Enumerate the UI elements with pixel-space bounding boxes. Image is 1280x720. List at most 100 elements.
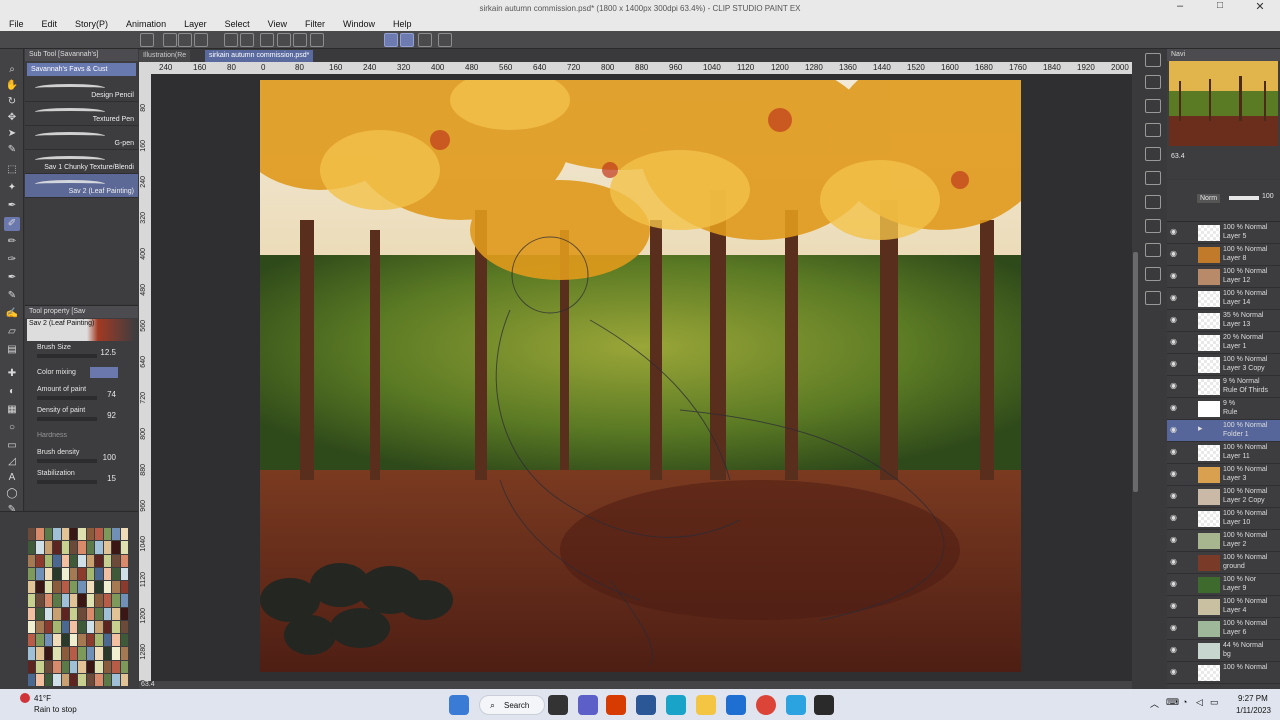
color-swatch[interactable] [70, 673, 78, 686]
color-swatch[interactable] [61, 528, 70, 541]
color-swatch[interactable] [95, 660, 103, 673]
opacity-slider[interactable] [1229, 196, 1259, 200]
color-swatch[interactable] [78, 594, 86, 607]
brush-item-g-pen[interactable]: G-pen [25, 126, 138, 150]
clip-studio-taskbar-icon[interactable] [814, 695, 834, 715]
color-swatch[interactable] [120, 660, 128, 673]
menu-edit[interactable]: Edit [33, 17, 67, 31]
layer-row[interactable]: ◉ 100 % Normal Layer 2 Copy [1167, 486, 1280, 508]
opacity-value[interactable]: 100 [1262, 193, 1274, 200]
color-swatch[interactable] [120, 594, 128, 607]
quick-access-icon[interactable] [1145, 195, 1161, 209]
color-swatch[interactable] [112, 581, 120, 594]
save-icon[interactable] [194, 33, 208, 47]
bucket-tool-icon[interactable]: ◐ [4, 385, 20, 399]
color-swatch[interactable] [28, 607, 36, 620]
snap-special-ruler-icon[interactable] [400, 33, 414, 47]
color-swatch[interactable] [95, 541, 103, 554]
text-tool-icon[interactable]: A [4, 471, 20, 485]
color-swatch[interactable] [44, 581, 53, 594]
color-swatch[interactable] [44, 528, 53, 541]
eye-icon[interactable]: ◉ [1170, 623, 1177, 632]
clock-time[interactable]: 9:27 PM [1238, 694, 1268, 703]
gradient-tool-icon[interactable]: ▦ [4, 403, 20, 417]
brush-size-row[interactable]: Brush Size 12.5 [25, 342, 138, 363]
eyedropper-tool-icon[interactable]: ✎ [4, 143, 20, 157]
move-tool-icon[interactable]: ✥ [4, 111, 20, 125]
color-swatch[interactable] [86, 620, 95, 633]
eye-icon[interactable]: ◉ [1170, 513, 1177, 522]
fill-tool-icon[interactable]: ▤ [4, 343, 20, 357]
color-swatch[interactable] [53, 554, 61, 567]
layer-row[interactable]: ◉ 9 % Rule [1167, 398, 1280, 420]
color-swatch[interactable] [112, 673, 120, 686]
eye-icon[interactable]: ◉ [1170, 271, 1177, 280]
color-swatch[interactable] [70, 607, 78, 620]
stabilization-value[interactable]: 15 [107, 474, 116, 483]
color-swatch[interactable] [70, 541, 78, 554]
color-swatch[interactable] [95, 581, 103, 594]
eye-icon[interactable]: ◉ [1170, 403, 1177, 412]
color-swatch[interactable] [86, 607, 95, 620]
color-swatch[interactable] [95, 528, 103, 541]
eye-icon[interactable]: ◉ [1170, 469, 1177, 478]
color-swatch[interactable] [78, 647, 86, 660]
color-swatch[interactable] [44, 620, 53, 633]
color-swatch[interactable] [70, 647, 78, 660]
eye-icon[interactable]: ◉ [1170, 579, 1177, 588]
color-swatch[interactable] [53, 647, 61, 660]
color-swatch[interactable] [86, 634, 95, 647]
layer-row[interactable]: ◉ 20 % Normal Layer 1 [1167, 332, 1280, 354]
color-swatch[interactable] [28, 673, 36, 686]
stabilization-slider[interactable] [37, 480, 97, 484]
color-swatch[interactable] [53, 541, 61, 554]
eye-icon[interactable]: ◉ [1170, 337, 1177, 346]
store-icon[interactable] [636, 695, 656, 715]
color-swatch[interactable] [86, 567, 95, 580]
color-swatch[interactable] [112, 541, 120, 554]
redo-icon[interactable] [240, 33, 254, 47]
color-swatch[interactable] [70, 594, 78, 607]
color-swatch[interactable] [53, 528, 61, 541]
decoration-tool-icon[interactable]: ✒ [4, 271, 20, 285]
color-swatch[interactable] [86, 541, 95, 554]
hand-tool-icon[interactable]: ✋ [4, 79, 20, 93]
color-swatch[interactable] [28, 567, 36, 580]
snap-ruler-icon[interactable] [384, 33, 398, 47]
color-swatch[interactable] [28, 541, 36, 554]
color-swatch[interactable] [95, 647, 103, 660]
marker-tool-icon[interactable]: ✎ [4, 289, 20, 303]
brush-density-value[interactable]: 100 [103, 453, 116, 462]
amount-slider[interactable] [37, 396, 97, 400]
color-swatch[interactable] [28, 620, 36, 633]
teams-icon[interactable] [578, 695, 598, 715]
color-swatch[interactable] [103, 567, 112, 580]
color-swatch[interactable] [53, 594, 61, 607]
color-swatch[interactable] [28, 554, 36, 567]
color-swatch[interactable] [103, 647, 112, 660]
layer-row[interactable]: ◉ 100 % Normal [1167, 662, 1280, 684]
scrollbar-thumb[interactable] [1133, 252, 1138, 492]
color-swatch[interactable] [28, 634, 36, 647]
color-swatch[interactable] [103, 528, 112, 541]
menu-select[interactable]: Select [216, 17, 259, 31]
color-swatch[interactable] [36, 634, 44, 647]
weather-icon[interactable] [20, 693, 30, 703]
material-panel-icon[interactable] [1145, 243, 1161, 257]
stabilization-row[interactable]: Stabilization 15 [25, 468, 138, 489]
airbrush-tool-icon[interactable]: ✑ [4, 253, 20, 267]
layer-row[interactable]: ◉ 100 % Normal Layer 3 Copy [1167, 354, 1280, 376]
color-swatch[interactable] [120, 541, 128, 554]
animation-icon[interactable] [1145, 267, 1161, 281]
telegram-icon[interactable] [786, 695, 806, 715]
color-swatch[interactable] [120, 607, 128, 620]
menu-view[interactable]: View [259, 17, 296, 31]
color-swatch[interactable] [103, 594, 112, 607]
color-swatch[interactable] [36, 607, 44, 620]
menu-animation[interactable]: Animation [117, 17, 175, 31]
deselect-icon[interactable] [260, 33, 274, 47]
language-icon[interactable]: ⌨ [1166, 697, 1179, 708]
color-swatch[interactable] [36, 673, 44, 686]
eye-icon[interactable]: ◉ [1170, 425, 1177, 434]
brush-tool-icon[interactable]: ✐ [4, 217, 20, 231]
